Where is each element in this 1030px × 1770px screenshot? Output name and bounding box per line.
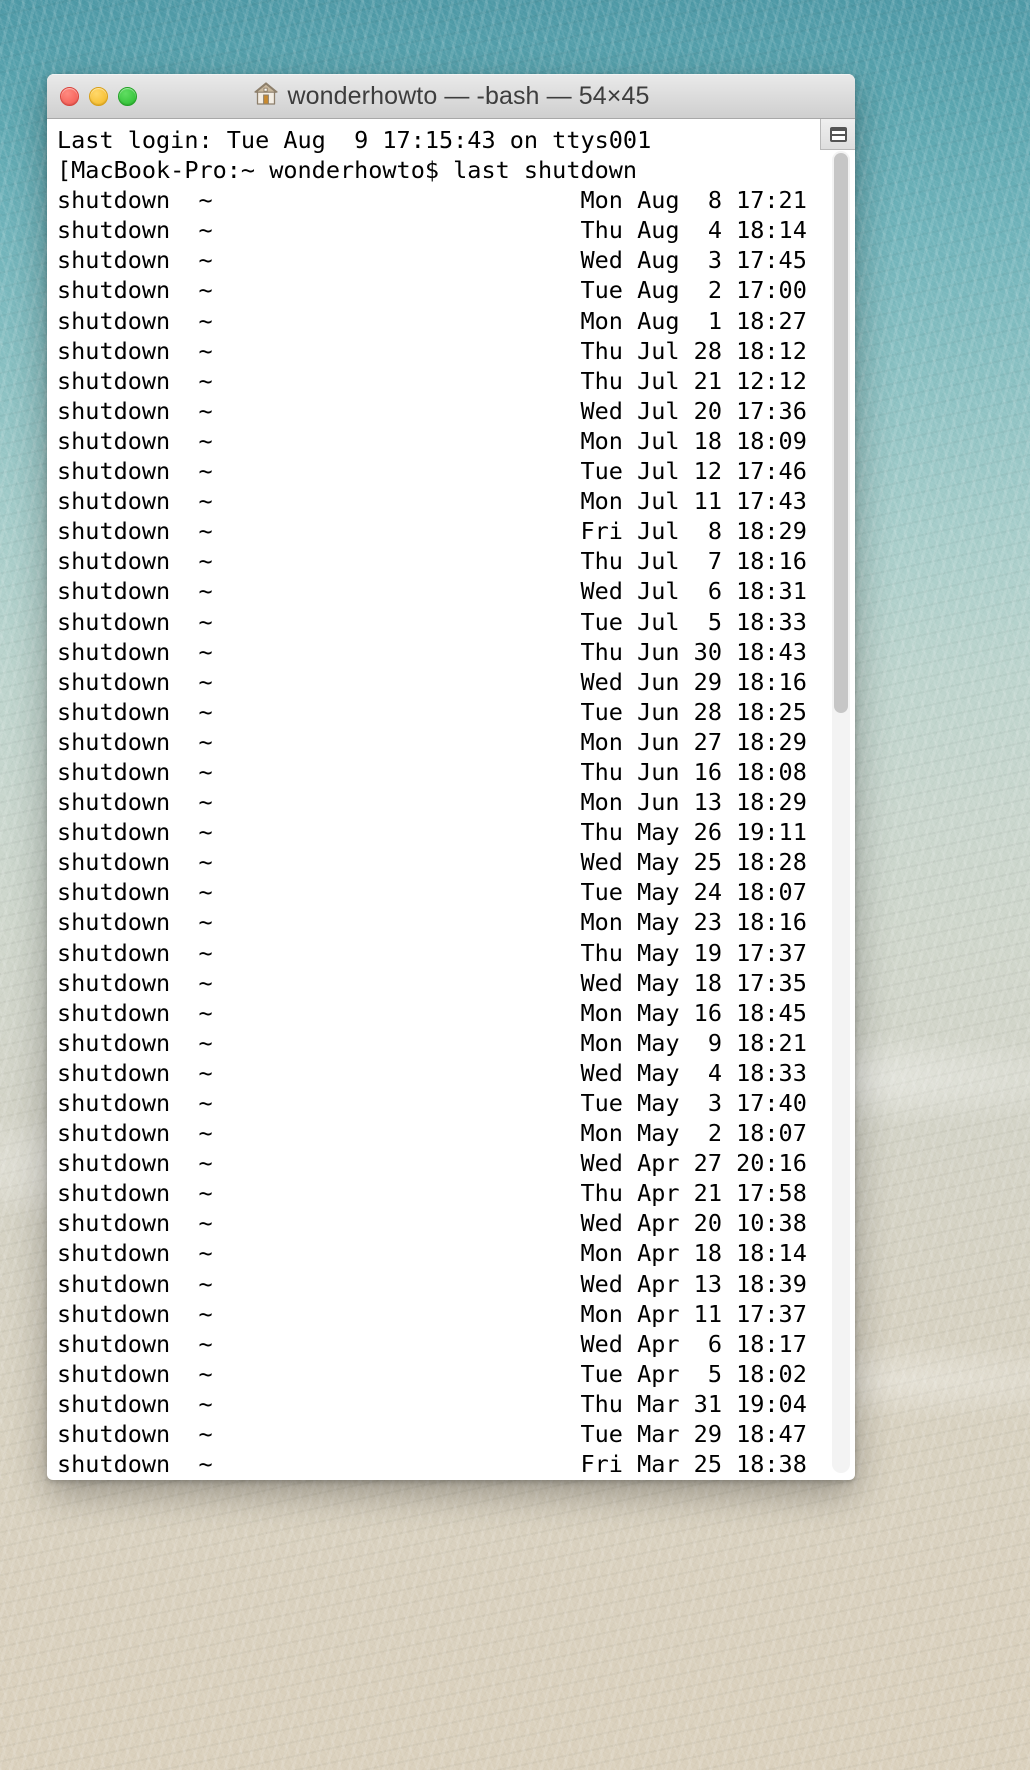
terminal-entry-row: shutdown ~ Tue May 3 17:40: [57, 1089, 807, 1117]
terminal-entry-row: shutdown ~ Mon Jun 13 18:29: [57, 788, 807, 817]
terminal-window[interactable]: wonderhowto — -bash — 54×45 Last login: …: [47, 74, 855, 1480]
close-button[interactable]: [60, 87, 79, 106]
scrollbar[interactable]: [832, 151, 850, 1473]
terminal-entry-row: shutdown ~ Wed Jul 20 17:36: [57, 396, 807, 425]
window-titlebar[interactable]: wonderhowto — -bash — 54×45: [47, 74, 855, 119]
house-icon: [253, 81, 279, 112]
terminal-entry-row: shutdown ~ Wed Jun 29 18:16: [57, 667, 807, 696]
terminal-entry-row: shutdown ~ Tue Mar 29 18:47: [57, 1420, 807, 1449]
terminal-entry-row: shutdown ~ Mon Jul 18 18:09: [57, 426, 807, 455]
terminal-output: Last login: Tue Aug 9 17:15:43 on ttys00…: [57, 125, 807, 1479]
terminal-entry-row: shutdown ~ Wed Apr 13 18:39: [57, 1269, 807, 1298]
terminal-entry-row: shutdown ~ Mon May 9 18:21: [57, 1028, 807, 1057]
terminal-entry-row: shutdown ~ Tue Jul 5 18:33: [57, 607, 807, 636]
terminal-entry-row: shutdown ~ Mon May 23 18:16: [57, 908, 807, 937]
terminal-entry-row: shutdown ~ Tue Apr 5 18:02: [57, 1359, 807, 1388]
terminal-entry-row: shutdown ~ Mon May 16 18:45: [57, 998, 807, 1027]
terminal-entry-row: shutdown ~ Wed Aug 3 17:45: [57, 246, 807, 275]
scrollbar-thumb[interactable]: [834, 153, 848, 713]
terminal-entry-row: shutdown ~ Mon Aug 1 18:27: [57, 306, 807, 335]
window-title-group: wonderhowto — -bash — 54×45: [47, 81, 855, 112]
terminal-entry-row: shutdown ~ Thu Jul 21 12:12: [57, 366, 807, 395]
terminal-entry-row: shutdown ~ Thu Mar 31 19:04: [57, 1389, 807, 1418]
terminal-entry-row: shutdown ~ Tue Aug 2 17:00: [57, 276, 807, 305]
zoom-button[interactable]: [118, 87, 137, 106]
terminal-entry-row: shutdown ~ Wed Jul 6 18:31: [57, 577, 807, 606]
terminal-entry-row: shutdown ~ Thu Jun 16 18:08: [57, 757, 807, 786]
terminal-entry-row: shutdown ~ Wed May 18 17:35: [57, 968, 807, 997]
split-pane-icon[interactable]: [820, 119, 855, 150]
terminal-entry-row: shutdown ~ Mon Apr 11 17:37: [57, 1299, 807, 1328]
minimize-button[interactable]: [89, 87, 108, 106]
terminal-entry-row: shutdown ~ Mon Aug 8 17:21: [57, 186, 807, 215]
terminal-entry-row: shutdown ~ Thu Jun 30 18:43: [57, 637, 807, 666]
terminal-entry-row: shutdown ~ Wed Apr 6 18:17: [57, 1329, 807, 1358]
terminal-entry-row: shutdown ~ Tue May 24 18:07: [57, 878, 807, 907]
terminal-entry-row: shutdown ~ Thu Jul 7 18:16: [57, 547, 807, 576]
terminal-entry-row: shutdown ~ Thu Apr 21 17:58: [57, 1179, 807, 1208]
terminal-entry-row: shutdown ~ Thu Aug 4 18:14: [57, 216, 807, 245]
terminal-entry-row: shutdown ~ Fri Jul 8 18:29: [57, 517, 807, 546]
terminal-entry-row: shutdown ~ Fri Mar 25 18:38: [57, 1450, 807, 1479]
terminal-entry-row: shutdown ~ Mon May 2 18:07: [57, 1119, 807, 1148]
terminal-entry-row: shutdown ~ Mon Jul 11 17:43: [57, 487, 807, 516]
terminal-entry-row: shutdown ~ Wed Apr 20 10:38: [57, 1209, 807, 1238]
terminal-entry-row: shutdown ~ Wed May 4 18:33: [57, 1058, 807, 1087]
window-title: wonderhowto — -bash — 54×45: [287, 82, 650, 110]
terminal-entry-row: shutdown ~ Tue Jul 12 17:46: [57, 457, 807, 486]
terminal-entry-row: shutdown ~ Thu May 26 19:11: [57, 818, 807, 847]
terminal-entry-row: shutdown ~ Mon Jun 27 18:29: [57, 727, 807, 756]
terminal-entry-row: shutdown ~ Thu May 19 17:37: [57, 938, 807, 967]
terminal-body[interactable]: Last login: Tue Aug 9 17:15:43 on ttys00…: [47, 119, 855, 1479]
terminal-login-line: Last login: Tue Aug 9 17:15:43 on ttys00…: [57, 126, 652, 154]
terminal-entry-row: shutdown ~ Thu Jul 28 18:12: [57, 336, 807, 365]
split-pane-glyph: [829, 126, 847, 142]
terminal-entry-row: shutdown ~ Wed May 25 18:28: [57, 848, 807, 877]
terminal-entry-row: shutdown ~ Wed Apr 27 20:16: [57, 1149, 807, 1178]
terminal-entry-row: shutdown ~ Mon Apr 18 18:14: [57, 1239, 807, 1268]
terminal-entry-row: shutdown ~ Tue Jun 28 18:25: [57, 697, 807, 726]
window-controls: [47, 87, 137, 106]
terminal-prompt-line: [MacBook-Pro:~ wonderhowto$ last shutdow…: [57, 156, 638, 185]
